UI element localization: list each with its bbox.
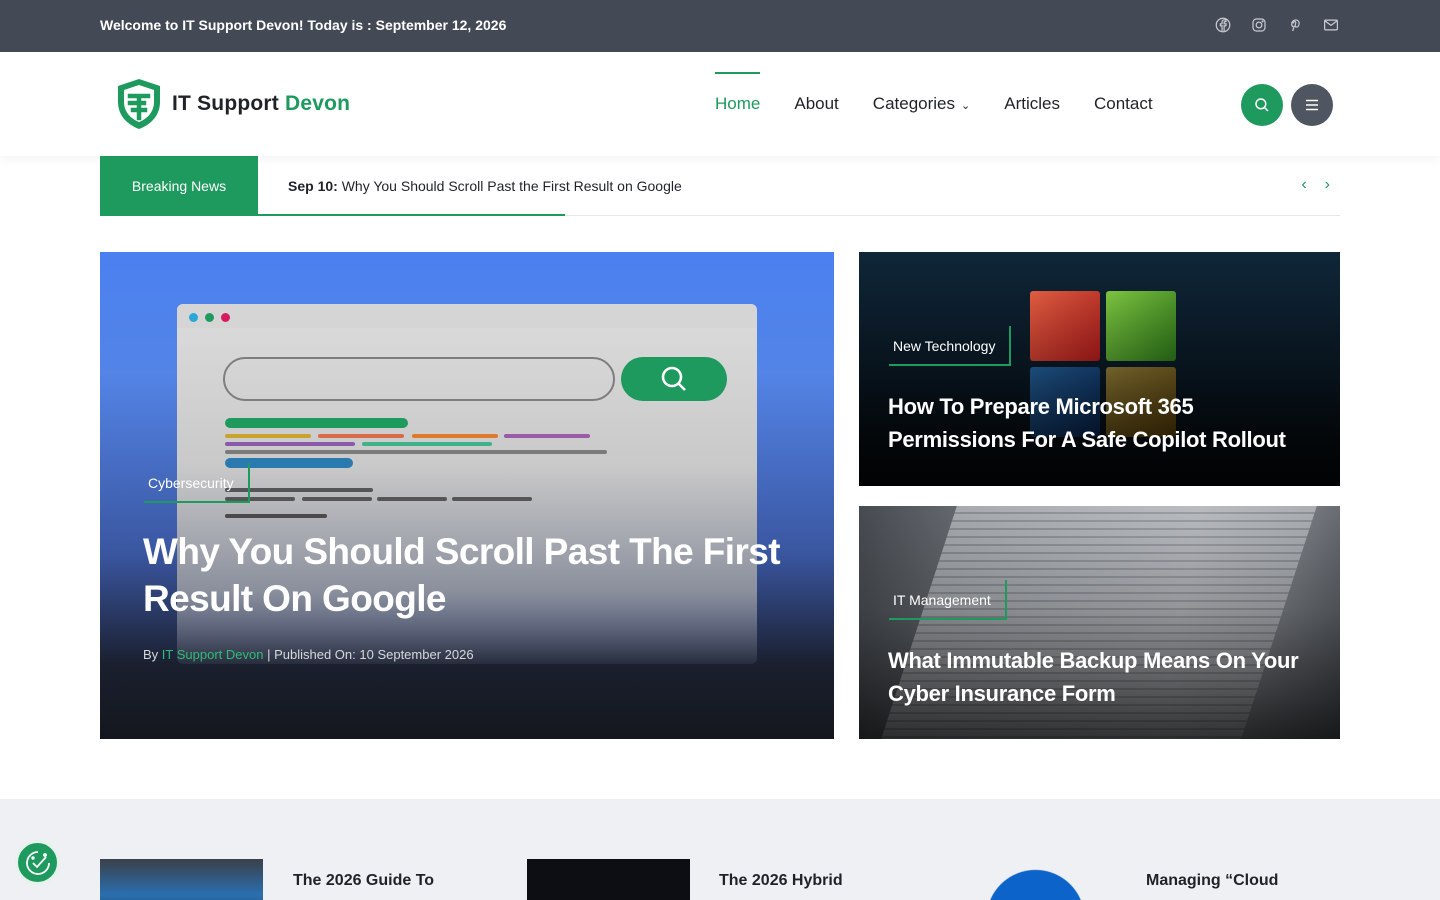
nav-contact-label: Contact — [1093, 94, 1153, 113]
side-post-card-2[interactable]: IT Management What Immutable Backup Mean… — [859, 506, 1340, 739]
side-post-title[interactable]: What Immutable Backup Means On Your Cybe… — [888, 644, 1328, 710]
nav-contact[interactable]: Contact — [1094, 52, 1153, 156]
logo-name-b: Devon — [285, 92, 351, 115]
search-icon — [1255, 98, 1269, 112]
chevron-left-icon[interactable]: ‹ — [1301, 176, 1306, 194]
post-thumbnail[interactable] — [527, 859, 690, 900]
mail-icon[interactable] — [1322, 16, 1340, 34]
main-nav: Home About Categories ⌄ Articles Contact — [715, 52, 1187, 156]
latest-post-title[interactable]: The 2026 Guide To — [293, 872, 434, 890]
nav-categories[interactable]: Categories ⌄ — [873, 52, 970, 156]
top-bar: Welcome to IT Support Devon! Today is : … — [0, 0, 1440, 52]
side-post-category-tag[interactable]: New Technology — [888, 326, 1013, 366]
site-logo[interactable]: IT Support Devon — [114, 76, 350, 132]
post-thumbnail[interactable] — [100, 859, 263, 900]
meta-author-link[interactable]: IT Support Devon — [162, 647, 264, 662]
side-post-category-tag[interactable]: IT Management — [889, 580, 1007, 620]
featured-category-tag[interactable]: Cybersecurity — [144, 463, 250, 503]
ticker-progress — [258, 214, 565, 216]
side-post-card-1[interactable]: New Technology How To Prepare Microsoft … — [859, 252, 1340, 486]
chevron-down-icon: ⌄ — [961, 99, 971, 112]
latest-post-title[interactable]: The 2026 Hybrid — [719, 872, 843, 890]
meta-separator: | — [267, 647, 271, 662]
chevron-right-icon[interactable]: › — [1325, 176, 1330, 194]
search-button[interactable] — [1241, 84, 1283, 126]
nav-categories-label: Categories — [872, 94, 956, 113]
site-header: IT Support Devon Home About Categories ⌄ … — [0, 52, 1440, 156]
breaking-news-bar: Breaking News Sep 10: Why You Should Scr… — [100, 156, 1340, 216]
breaking-news-badge: Breaking News — [100, 156, 258, 216]
search-icon — [661, 366, 686, 391]
ticker-date: Sep 10: — [288, 178, 338, 194]
nav-about-label: About — [794, 94, 839, 113]
meta-published-date: Published On: 10 September 2026 — [274, 647, 474, 662]
facebook-icon[interactable] — [1214, 16, 1232, 34]
nav-home-label: Home — [715, 94, 761, 113]
shield-logo-icon — [118, 79, 160, 129]
ticker-headline: Why You Should Scroll Past the First Res… — [341, 178, 682, 194]
featured-post-card[interactable]: Cybersecurity Why You Should Scroll Past… — [100, 252, 834, 739]
nav-articles[interactable]: Articles — [1004, 52, 1060, 156]
pinterest-icon[interactable] — [1286, 16, 1304, 34]
social-links — [1214, 16, 1340, 34]
nav-articles-label: Articles — [1004, 94, 1060, 113]
logo-wordmark: IT Support Devon — [172, 92, 350, 116]
cookie-check-icon — [25, 850, 50, 875]
cookie-consent-button[interactable] — [15, 840, 60, 885]
instagram-icon[interactable] — [1250, 16, 1268, 34]
nav-home[interactable]: Home — [715, 52, 761, 156]
nav-about[interactable]: About — [794, 52, 838, 156]
breaking-news-ticker[interactable]: Sep 10: Why You Should Scroll Past the F… — [288, 178, 682, 194]
side-post-title[interactable]: How To Prepare Microsoft 365 Permissions… — [888, 390, 1318, 456]
latest-posts-section: The 2026 Guide To The 2026 Hybrid Managi… — [0, 799, 1440, 900]
latest-post-title[interactable]: Managing “Cloud — [1146, 872, 1278, 890]
meta-by: By — [143, 647, 159, 662]
featured-post-title[interactable]: Why You Should Scroll Past The First Res… — [143, 528, 803, 622]
welcome-text: Welcome to IT Support Devon! Today is : … — [100, 17, 507, 33]
featured-post-meta: By IT Support Devon | Published On: 10 S… — [143, 647, 474, 662]
menu-icon — [1306, 99, 1318, 111]
ticker-arrows: ‹ › — [1301, 176, 1330, 194]
menu-button[interactable] — [1291, 84, 1333, 126]
post-thumbnail[interactable] — [954, 859, 1117, 900]
logo-name-a: IT Support — [172, 92, 279, 115]
